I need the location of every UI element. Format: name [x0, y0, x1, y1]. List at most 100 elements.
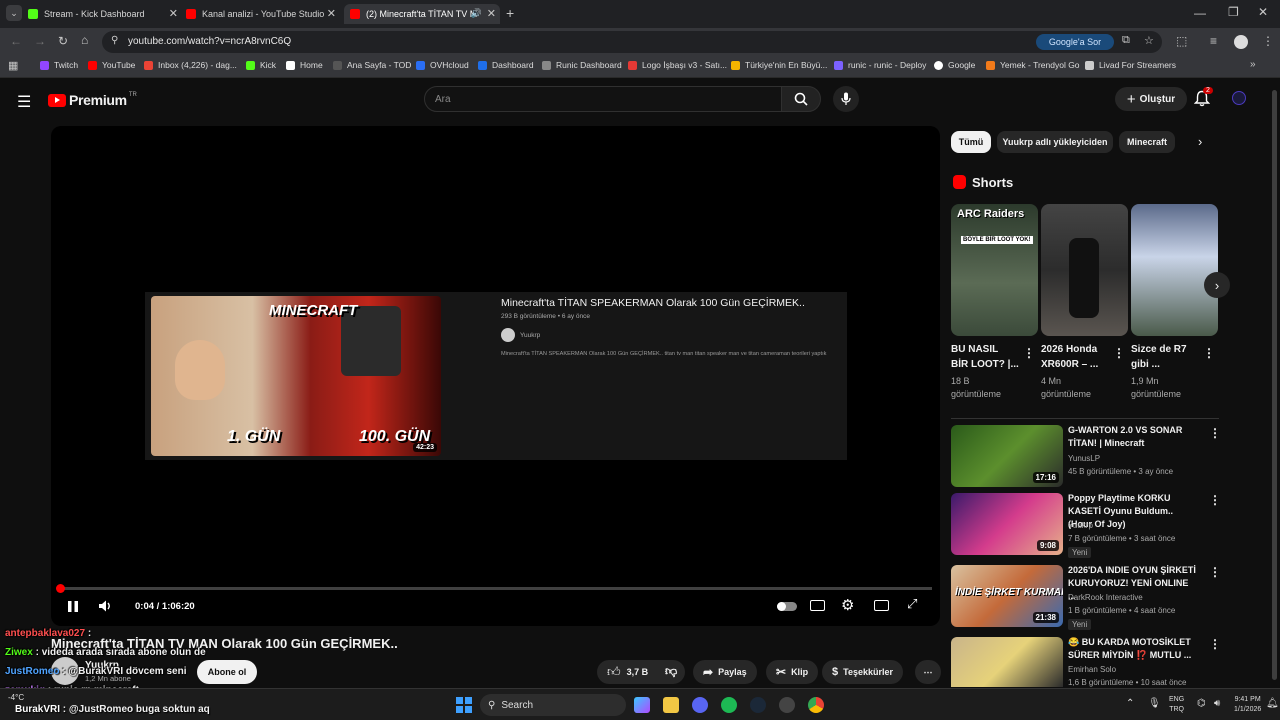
media-icon[interactable]: ≡	[1210, 34, 1217, 48]
subtitles-icon[interactable]	[810, 600, 825, 611]
reload-icon[interactable]: ↻	[58, 34, 68, 48]
subscribe-button[interactable]: Abone ol	[197, 660, 257, 684]
short-card[interactable]	[1041, 204, 1128, 336]
rec-thumbnail[interactable]: İNDİE ŞİRKET KURMAK 21:38	[951, 565, 1063, 627]
account-avatar[interactable]	[1232, 91, 1246, 105]
tab-youtube-video[interactable]: (2) Minecraft'ta TİTAN TV M 🔊 ✕	[344, 4, 500, 24]
short-card[interactable]: ARC Raiders BÖYLE BİR LOOT YOK!	[951, 204, 1038, 336]
more-options-icon[interactable]: ⋮	[1209, 637, 1221, 651]
bookmark-star-icon[interactable]: ☆	[1144, 34, 1154, 47]
video-player[interactable]: MINECRAFT 1. GÜN 100. GÜN 42:23 Minecraf…	[51, 126, 940, 626]
bookmark-item[interactable]: Runic Dashboard	[542, 60, 622, 70]
bookmark-item[interactable]: Google	[934, 60, 975, 70]
bookmark-item[interactable]: OVHcloud	[416, 60, 469, 70]
steam-icon[interactable]	[750, 697, 766, 713]
taskbar-search[interactable]: ⚲ Search	[480, 694, 626, 716]
file-explorer-icon[interactable]	[663, 697, 679, 713]
scrubber-handle[interactable]	[55, 584, 65, 593]
bookmark-item[interactable]: Ana Sayfa - TOD	[333, 60, 411, 70]
minimize-icon[interactable]: —	[1194, 6, 1206, 20]
fullscreen-icon[interactable]: ⤢	[907, 596, 917, 612]
progress-bar[interactable]	[55, 584, 932, 593]
chip-uploader[interactable]: Yuukrp adlı yükleyiciden	[997, 131, 1113, 153]
pause-button[interactable]	[67, 600, 79, 618]
page-scrollbar[interactable]	[1272, 82, 1278, 682]
tray-mic-icon[interactable]: 🎙︎	[1148, 698, 1161, 709]
more-options-icon[interactable]: ⋮	[1209, 493, 1221, 507]
rec-channel[interactable]: DarkRook Interactive	[1068, 593, 1143, 602]
rec-thumbnail[interactable]: 17:16	[951, 425, 1063, 487]
rec-title[interactable]: G-WARTON 2.0 VS SONAR TİTAN! | Minecraft	[1068, 424, 1198, 450]
suggested-title[interactable]: Minecraft'ta TİTAN SPEAKERMAN Olarak 100…	[501, 297, 805, 309]
copilot-icon[interactable]	[634, 697, 650, 713]
thumbs-down-icon[interactable]: 👎︎	[665, 664, 677, 679]
notifications-button[interactable]: 2	[1193, 87, 1213, 112]
bookmark-item[interactable]: Yemek - Trendyol Go	[986, 60, 1080, 70]
bookmark-item[interactable]: Dashboard	[478, 60, 534, 70]
settings-gear-icon[interactable]: ⚙	[841, 596, 854, 614]
create-button[interactable]: + Oluştur	[1115, 87, 1187, 111]
voice-search-button[interactable]	[833, 86, 859, 112]
rec-channel[interactable]: Yuukrp	[1068, 521, 1093, 530]
bookmark-item[interactable]: YouTube	[88, 60, 135, 70]
thanks-button[interactable]: $ Teşekkürler	[822, 660, 903, 684]
scrollbar-thumb[interactable]	[1272, 90, 1277, 680]
tray-chevron-icon[interactable]: ⌃	[1126, 698, 1134, 709]
bookmark-item[interactable]: Türkiye'nin En Büyü...	[731, 60, 827, 70]
tab-youtube-studio[interactable]: Kanal analizi - YouTube Studio ✕	[186, 4, 340, 24]
new-tab-icon[interactable]: +	[506, 5, 514, 21]
bookmark-item[interactable]: Inbox (4,226) - dag...	[144, 60, 237, 70]
clock[interactable]: 9:41 PM 1/1/2026	[1234, 695, 1261, 715]
speaker-icon[interactable]: 🔊	[471, 8, 482, 19]
hamburger-menu-icon[interactable]: ☰	[17, 92, 31, 112]
forward-icon[interactable]: →	[34, 34, 46, 48]
menu-icon[interactable]: ⋮	[1262, 34, 1274, 48]
app-icon[interactable]	[779, 697, 795, 713]
suggested-video-card[interactable]: MINECRAFT 1. GÜN 100. GÜN 42:23 Minecraf…	[145, 292, 847, 460]
bookmark-item[interactable]: Kick	[246, 60, 276, 70]
language-indicator[interactable]: ENG TRQ	[1169, 695, 1184, 715]
share-button[interactable]: ➦ Paylaş	[693, 660, 757, 684]
spotify-icon[interactable]	[721, 697, 737, 713]
tab-kick-dashboard[interactable]: Stream - Kick Dashboard ✕	[28, 4, 182, 24]
bookmark-item[interactable]: Logo İşbaşı v3 - Satı...	[628, 60, 727, 70]
rec-title[interactable]: 😂 BU KARDA MOTOSİKLET SÜRER MİYDİN ⁉️ MU…	[1068, 636, 1198, 662]
speaker-icon[interactable]: 🔊︎	[1214, 698, 1220, 709]
back-icon[interactable]: ←	[10, 34, 22, 48]
site-info-icon[interactable]: ⚲	[111, 35, 118, 46]
extensions-icon[interactable]: ⬚	[1176, 34, 1187, 48]
close-icon[interactable]: ✕	[327, 7, 336, 20]
home-icon[interactable]: ⌂	[81, 33, 88, 47]
close-icon[interactable]: ✕	[487, 7, 496, 20]
tab-search-icon[interactable]: ⌄	[6, 5, 22, 21]
search-button[interactable]	[781, 86, 821, 112]
suggested-thumbnail[interactable]: MINECRAFT 1. GÜN 100. GÜN 42:23	[151, 296, 441, 456]
bookmark-item[interactable]: Twitch	[40, 60, 78, 70]
clip-button[interactable]: ✂ Klip	[766, 660, 819, 684]
theater-mode-icon[interactable]	[874, 600, 889, 611]
short-title[interactable]: Sizce de R7 gibi ...	[1131, 342, 1211, 372]
rec-channel[interactable]: Emirhan Solo	[1068, 665, 1116, 674]
short-card[interactable]	[1131, 204, 1218, 336]
more-options-icon[interactable]: ⋮	[1209, 565, 1221, 579]
apps-icon[interactable]: ▦	[8, 59, 18, 72]
windows-start-icon[interactable]	[456, 697, 472, 713]
rec-channel[interactable]: YunusLP	[1068, 454, 1100, 463]
more-options-icon[interactable]: ⋮	[1203, 346, 1215, 360]
chevron-right-icon[interactable]: ›	[1198, 134, 1202, 149]
more-bookmarks-icon[interactable]: »	[1250, 59, 1256, 70]
weather-widget[interactable]: -4°C	[8, 693, 24, 702]
rec-thumbnail[interactable]: 9:08	[951, 493, 1063, 555]
rec-thumbnail[interactable]	[951, 637, 1063, 687]
notification-center-icon[interactable]: 🔔︎	[1266, 698, 1279, 709]
chip-all[interactable]: Tümü	[951, 131, 991, 153]
short-title[interactable]: BU NASIL BİR LOOT? |...	[951, 342, 1031, 372]
search-input[interactable]: Ara	[424, 86, 782, 112]
address-bar[interactable]: ⚲ youtube.com/watch?v=ncrA8rvnC6Q Google…	[102, 31, 1162, 53]
short-title[interactable]: 2026 Honda XR600R – ...	[1041, 342, 1121, 372]
profile-avatar[interactable]	[1234, 35, 1248, 49]
bookmark-item[interactable]: Home	[286, 60, 323, 70]
close-icon[interactable]: ✕	[169, 7, 178, 20]
maximize-icon[interactable]: ❐	[1228, 5, 1239, 19]
shorts-next-button[interactable]: ›	[1204, 272, 1230, 298]
